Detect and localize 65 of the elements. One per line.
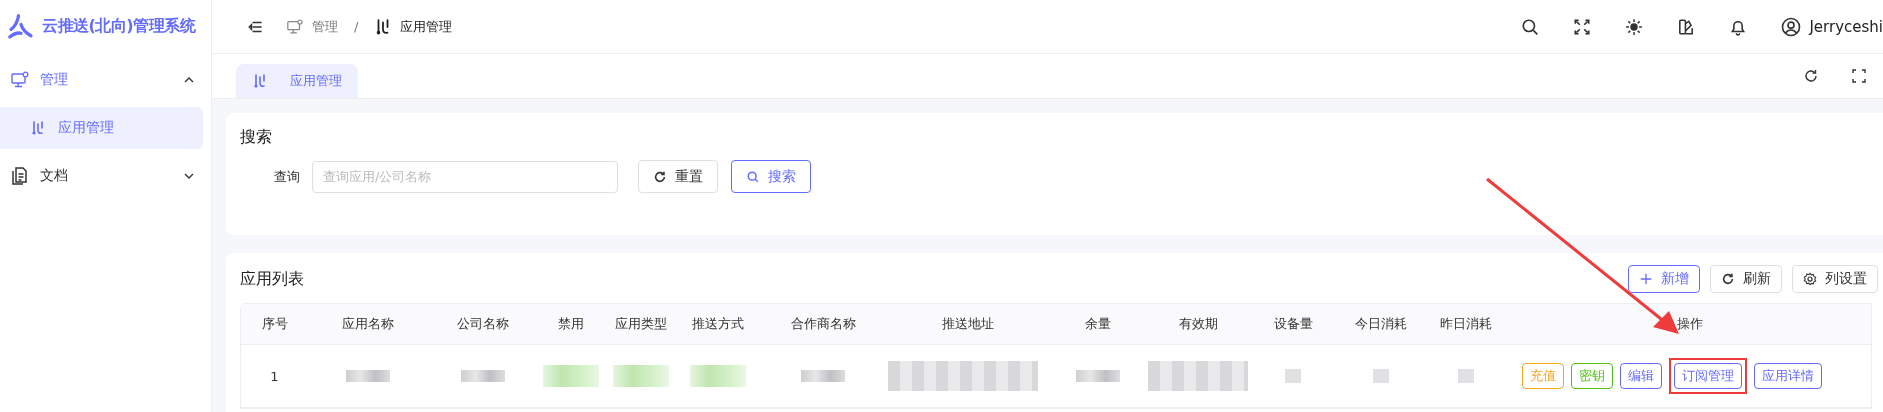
search-field[interactable]: 查询应用/公司名称 (312, 160, 618, 193)
sidebar-group[interactable]: 文档 (0, 149, 211, 203)
column-header: 有效期 (1177, 315, 1219, 333)
fullscreen-icon[interactable] (1851, 68, 1867, 84)
gear-icon (1803, 272, 1817, 286)
row-action-button[interactable]: 密钥 (1571, 363, 1613, 389)
app-title: 云推送(北向)管理系统 (42, 16, 196, 37)
logo-icon (6, 11, 36, 42)
refresh-icon (653, 169, 667, 184)
redacted-text (346, 370, 390, 382)
user-name[interactable]: Jerryceshi (1809, 17, 1883, 36)
route-icon (30, 120, 46, 136)
column-header: 应用类型 (613, 315, 668, 333)
redacted-text (1076, 370, 1120, 382)
refresh-icon[interactable] (1803, 68, 1819, 84)
row-action-button[interactable]: 编辑 (1620, 363, 1662, 389)
search-icon (746, 169, 760, 184)
column-header: 操作 (1675, 315, 1704, 333)
panel-title: 应用列表 (240, 268, 304, 290)
table-cell-text: 1 (269, 368, 280, 384)
toolbar-button[interactable]: 新增 (1628, 265, 1700, 293)
redacted-text (461, 370, 505, 382)
redacted-text (1285, 369, 1301, 383)
redacted-tag (542, 365, 599, 387)
column-header: 禁用 (556, 315, 585, 333)
breadcrumb-link[interactable]: 管理 (312, 17, 338, 36)
page-tab[interactable]: 应用管理 (236, 64, 358, 98)
plus-icon (1639, 272, 1653, 286)
document-icon (10, 166, 30, 186)
palette-icon[interactable] (1677, 17, 1696, 36)
redacted-text (1457, 369, 1474, 383)
column-header: 昨日消耗 (1438, 315, 1493, 333)
column-header: 余量 (1084, 315, 1112, 333)
search-icon[interactable] (1521, 17, 1540, 36)
search-form-button[interactable]: 重置 (638, 160, 718, 193)
column-header: 推送方式 (691, 315, 745, 333)
route-icon (252, 73, 268, 89)
redacted-text (1372, 369, 1389, 383)
redacted-tag (612, 365, 669, 387)
monitor-gear-icon (10, 70, 30, 90)
row-action-button[interactable]: 应用详情 (1754, 363, 1822, 389)
panel-title: 搜索 (240, 127, 273, 148)
toolbar-button[interactable]: 刷新 (1710, 265, 1782, 293)
toolbar-button[interactable]: 列设置 (1792, 265, 1878, 293)
sidebar-item[interactable]: 应用管理 (0, 107, 203, 149)
sun-icon[interactable] (1625, 17, 1644, 36)
column-header: 公司名称 (456, 315, 510, 333)
fullscreen-icon[interactable] (1573, 17, 1592, 36)
breadcrumb-separator: / (354, 19, 359, 34)
column-header: 应用名称 (341, 315, 395, 333)
user-avatar-icon[interactable] (1781, 16, 1802, 37)
row-action-button[interactable]: 订阅管理 (1674, 363, 1742, 389)
monitor-gear-icon (286, 17, 304, 36)
redacted-text (801, 370, 845, 382)
field-label: 查询 (274, 167, 300, 186)
refresh-icon (1721, 272, 1735, 286)
column-header: 合作商名称 (789, 315, 857, 333)
breadcrumb-link[interactable]: 应用管理 (400, 17, 453, 36)
redacted-tag (690, 365, 746, 387)
column-header: 今日消耗 (1353, 315, 1408, 333)
column-header: 推送地址 (941, 315, 995, 333)
sidebar-group[interactable]: 管理 (0, 53, 211, 107)
search-form-button[interactable]: 搜索 (731, 160, 811, 193)
column-header: 序号 (260, 315, 289, 333)
column-header: 设备量 (1272, 315, 1314, 333)
